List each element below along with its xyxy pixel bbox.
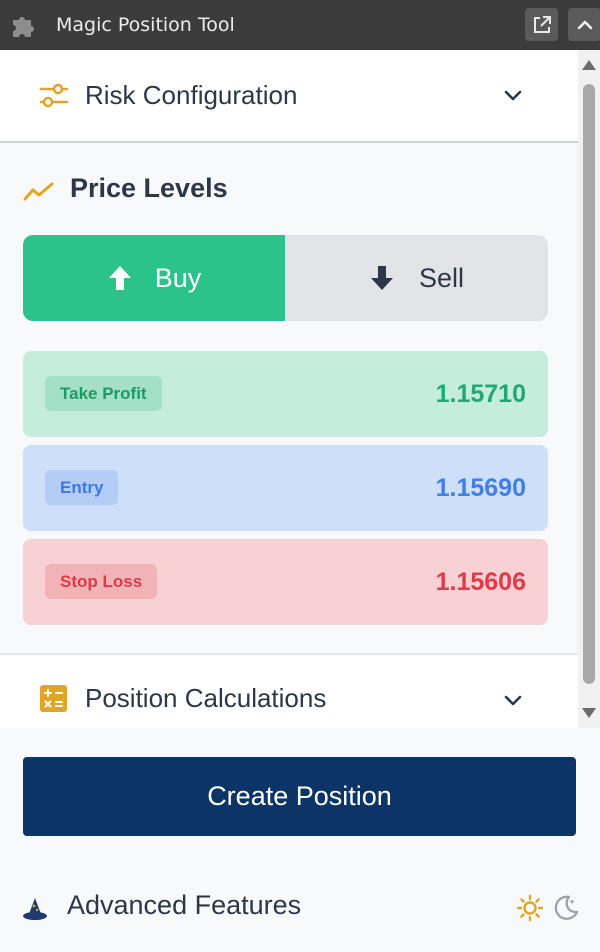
scrollbar[interactable] <box>578 50 600 728</box>
trend-line-icon <box>23 182 54 201</box>
scroll-content: Risk Configuration Price Levels Buy Sell <box>0 50 578 728</box>
sell-button[interactable]: Sell <box>285 235 548 321</box>
direction-toggle: Buy Sell <box>23 235 548 321</box>
chevron-up-icon <box>577 20 592 29</box>
buy-button[interactable]: Buy <box>23 235 285 321</box>
take-profit-row[interactable]: Take Profit 1.15710 <box>23 351 548 437</box>
arrow-up-icon <box>108 266 131 290</box>
entry-badge: Entry <box>45 470 119 505</box>
stop-loss-value: 1.15606 <box>435 568 526 596</box>
position-calculations-header[interactable]: Position Calculations <box>0 653 578 728</box>
advanced-features-label[interactable]: Advanced Features <box>67 890 301 921</box>
collapse-button[interactable] <box>568 8 600 41</box>
stop-loss-row[interactable]: Stop Loss 1.15606 <box>23 539 548 625</box>
buy-label: Buy <box>154 262 202 293</box>
window-title: Magic Position Tool <box>56 14 235 36</box>
sliders-icon <box>39 83 69 108</box>
take-profit-value: 1.15710 <box>435 380 526 408</box>
risk-configuration-header[interactable]: Risk Configuration <box>0 50 578 143</box>
chevron-down-icon <box>504 90 522 101</box>
price-levels-title: Price Levels <box>70 173 228 203</box>
scroll-up-arrow-icon[interactable] <box>582 60 596 70</box>
chevron-down-icon <box>504 695 522 706</box>
sun-icon[interactable] <box>516 894 544 922</box>
entry-row[interactable]: Entry 1.15690 <box>23 445 548 531</box>
scroll-down-arrow-icon[interactable] <box>582 708 596 718</box>
create-position-label: Create Position <box>207 781 392 811</box>
window-titlebar: Magic Position Tool <box>0 0 600 50</box>
create-position-button[interactable]: Create Position <box>23 757 576 836</box>
take-profit-badge: Take Profit <box>45 376 162 411</box>
open-external-button[interactable] <box>525 8 558 41</box>
external-link-icon <box>533 15 551 33</box>
arrow-down-icon <box>370 266 393 290</box>
position-calculations-label: Position Calculations <box>85 683 327 713</box>
puzzle-icon <box>13 17 34 37</box>
calculator-icon <box>40 685 67 712</box>
sell-label: Sell <box>418 262 465 293</box>
stop-loss-badge: Stop Loss <box>45 564 158 599</box>
scrollbar-thumb[interactable] <box>583 84 595 684</box>
wizard-hat-icon <box>23 898 47 920</box>
entry-value: 1.15690 <box>435 474 526 502</box>
moon-icon[interactable] <box>551 894 579 922</box>
price-levels-panel: Price Levels Buy Sell Take Profit 1.1571… <box>0 145 578 653</box>
risk-configuration-label: Risk Configuration <box>85 80 298 110</box>
